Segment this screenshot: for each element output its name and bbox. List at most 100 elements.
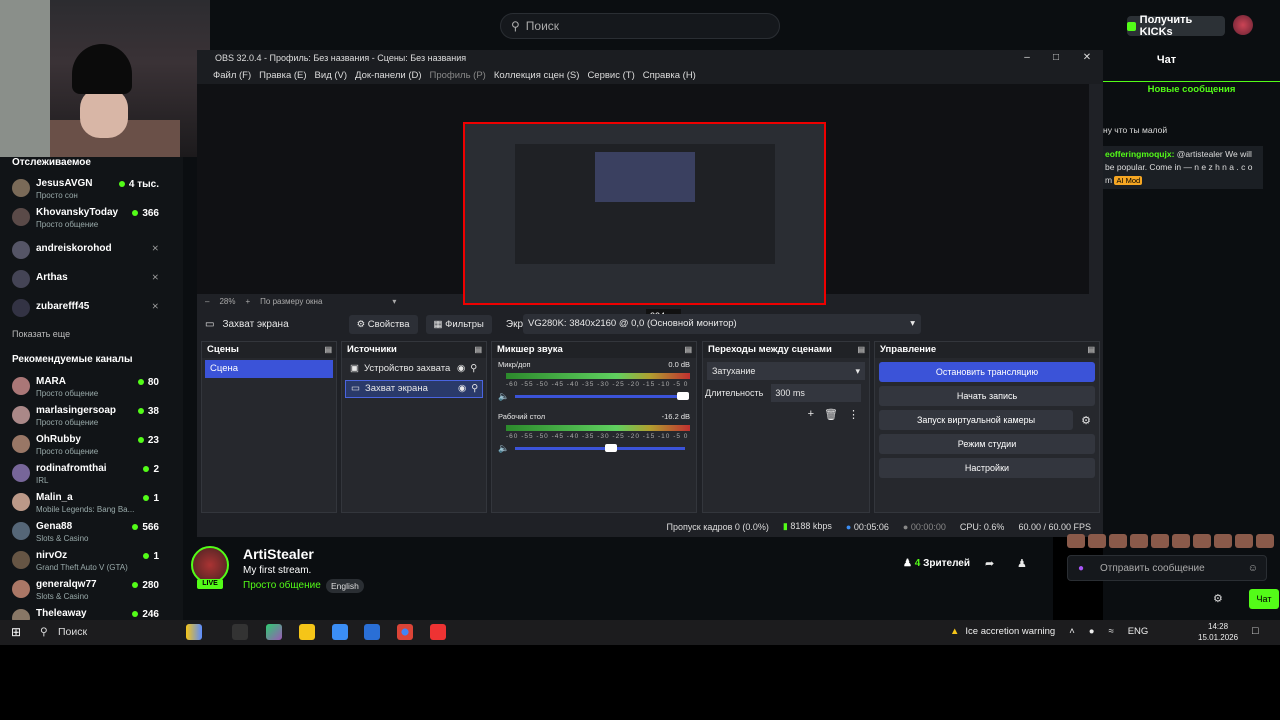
- more-icon[interactable]: ⋮: [848, 408, 859, 421]
- weather-text[interactable]: Ice accretion warning: [965, 626, 1055, 637]
- chat-username[interactable]: eofferingmoqujx:: [1105, 149, 1174, 159]
- zoom-out-icon[interactable]: –: [205, 297, 209, 306]
- chevron-down-icon[interactable]: ▾: [392, 297, 396, 306]
- menu-profile[interactable]: Профиль (P): [430, 70, 486, 81]
- sparkle-icon[interactable]: [186, 624, 202, 640]
- chevron-down-icon: ▾: [855, 366, 860, 376]
- emoji-icon[interactable]: ☺: [1248, 556, 1258, 582]
- mic-icon[interactable]: ●: [1078, 556, 1084, 582]
- folder-icon[interactable]: [299, 624, 315, 640]
- screen-select[interactable]: VG280K: 3840x2160 @ 0,0 (Основной монито…: [523, 314, 921, 334]
- minimize-icon[interactable]: –: [1017, 50, 1037, 66]
- gear-icon[interactable]: ⚙: [1213, 592, 1223, 605]
- filters-button[interactable]: ▦ Фильтры: [425, 314, 492, 334]
- source-item[interactable]: ▣ Устройство захвата в ◉ ⚲: [345, 360, 483, 378]
- chat-send-button[interactable]: Чат: [1249, 589, 1279, 609]
- dock-menu-icon[interactable]: ▤: [857, 342, 865, 358]
- copilot-icon[interactable]: [266, 624, 282, 640]
- trash-icon[interactable]: 🗑: [824, 408, 838, 421]
- dock-menu-icon[interactable]: ▤: [474, 342, 482, 358]
- sidebar-channel[interactable]: MARA Просто общение 80: [0, 373, 183, 401]
- sidebar-channel[interactable]: Theleaway 246: [0, 605, 183, 620]
- volume-slider[interactable]: [515, 444, 686, 452]
- stream-category[interactable]: Просто общение: [243, 580, 321, 591]
- source-item[interactable]: ▭ Захват экрана ◉ ⚲: [345, 380, 483, 398]
- language-tag[interactable]: English: [326, 579, 364, 593]
- share-icon[interactable]: ➦: [985, 557, 994, 570]
- status-bar: Пропуск кадров 0 (0.0%) ▮ 8188 kbps ● 00…: [197, 516, 1103, 537]
- virtual-camera-button[interactable]: Запуск виртуальной камеры: [879, 410, 1074, 430]
- speaker-icon[interactable]: 🔈: [498, 391, 509, 402]
- user-avatar[interactable]: [1233, 15, 1253, 35]
- preview-area[interactable]: 224 px: [197, 84, 1089, 323]
- windows-icon[interactable]: ⊞: [11, 625, 21, 639]
- sidebar-channel[interactable]: KhovanskyToday Просто общение 366: [0, 204, 183, 232]
- duration-label: Длительность: [705, 388, 764, 398]
- clock[interactable]: 14:28 15.01.2026: [1198, 621, 1238, 643]
- dock-menu-icon[interactable]: ▤: [684, 342, 692, 358]
- sidebar-channel[interactable]: marlasingersoap Просто общение 38: [0, 402, 183, 430]
- chevron-up-icon[interactable]: ˄: [1069, 626, 1075, 637]
- store-icon[interactable]: [332, 624, 348, 640]
- show-more-link[interactable]: Показать еще: [12, 329, 70, 339]
- channel-name[interactable]: ArtiStealer: [243, 546, 314, 562]
- channel-name: Микр/доп: [498, 360, 531, 369]
- channel-category: Просто общение: [36, 418, 99, 427]
- outlook-icon[interactable]: [364, 624, 380, 640]
- zoom-in-icon[interactable]: +: [245, 297, 250, 306]
- search-input[interactable]: ⚲ Поиск: [500, 13, 780, 39]
- chat-message: eofferingmoqujx: @artistealer We will be…: [1103, 146, 1263, 189]
- scene-item[interactable]: Сцена: [205, 360, 333, 378]
- gear-icon[interactable]: ⚙: [1081, 414, 1091, 427]
- start-recording-button[interactable]: Начать запись: [879, 386, 1095, 406]
- speaker-icon[interactable]: 🔈: [498, 443, 509, 454]
- chrome-icon[interactable]: [397, 624, 413, 640]
- add-user-icon[interactable]: ♟: [1017, 557, 1027, 570]
- menu-view[interactable]: Вид (V): [315, 70, 348, 81]
- language-indicator[interactable]: ENG: [1128, 626, 1149, 637]
- menu-tools[interactable]: Сервис (T): [587, 70, 634, 81]
- menu-help[interactable]: Справка (H): [643, 70, 696, 81]
- transitions-dock: Переходы между сценами ▤ Затухание ▾ Длите…: [702, 341, 870, 513]
- notification-icon[interactable]: □: [1252, 625, 1259, 637]
- mic-icon[interactable]: ●: [1089, 626, 1095, 637]
- sidebar-channel[interactable]: JesusAVGN Просто сон 4 тыс.: [0, 175, 183, 203]
- scenes-title: Сцены: [207, 344, 239, 355]
- maximize-icon[interactable]: □: [1046, 50, 1066, 66]
- app-icon[interactable]: [430, 624, 446, 640]
- get-kicks-button[interactable]: Получить KICKs: [1127, 14, 1225, 38]
- volume-slider[interactable]: [515, 392, 690, 400]
- sidebar-channel[interactable]: zubarefff45 ⨯: [0, 295, 183, 323]
- preview-source[interactable]: [463, 122, 826, 305]
- sidebar-channel[interactable]: Arthas ⨯: [0, 266, 183, 294]
- properties-button[interactable]: ⚙ Свойства: [348, 314, 418, 334]
- eye-icon[interactable]: ◉: [457, 360, 465, 378]
- wifi-icon[interactable]: ≈: [1109, 626, 1114, 637]
- dock-menu-icon[interactable]: ▤: [1087, 342, 1095, 358]
- chat-input[interactable]: ● Отправить сообщение ☺: [1067, 555, 1267, 581]
- studio-mode-button[interactable]: Режим студии: [879, 434, 1095, 454]
- sidebar-channel[interactable]: rodinafromthai IRL 2: [0, 460, 183, 488]
- stop-stream-button[interactable]: Остановить трансляцию: [879, 362, 1095, 382]
- add-icon[interactable]: +: [808, 408, 814, 421]
- lock-icon[interactable]: ⚲: [470, 360, 477, 378]
- sidebar-channel[interactable]: generalqw77 Slots & Casino 280: [0, 576, 183, 604]
- menu-docks[interactable]: Док-панели (D): [355, 70, 421, 81]
- sidebar-channel[interactable]: OhRubby Просто общение 23: [0, 431, 183, 459]
- sidebar-channel[interactable]: nirvOz Grand Theft Auto V (GTA) 1: [0, 547, 183, 575]
- menu-edit[interactable]: Правка (E): [259, 70, 306, 81]
- task-view-icon[interactable]: [232, 624, 248, 640]
- sidebar-channel[interactable]: Gena88 Slots & Casino 566: [0, 518, 183, 546]
- sidebar-channel[interactable]: Malin_a Mobile Legends: Bang Ba... 1: [0, 489, 183, 517]
- sidebar-channel[interactable]: andreiskorohod ⨯: [0, 237, 183, 265]
- transition-select[interactable]: Затухание ▾: [707, 362, 865, 380]
- duration-input[interactable]: 300 ms: [771, 384, 862, 402]
- dock-menu-icon[interactable]: ▤: [324, 342, 332, 358]
- fit-label[interactable]: По размеру окна: [260, 297, 322, 306]
- settings-button[interactable]: Настройки: [879, 458, 1095, 478]
- close-icon[interactable]: ✕: [1077, 50, 1097, 66]
- lock-icon[interactable]: ⚲: [471, 380, 478, 398]
- eye-icon[interactable]: ◉: [458, 380, 466, 398]
- menu-file[interactable]: Файл (F): [213, 70, 251, 81]
- menu-scene-collection[interactable]: Коллекция сцен (S): [494, 70, 580, 81]
